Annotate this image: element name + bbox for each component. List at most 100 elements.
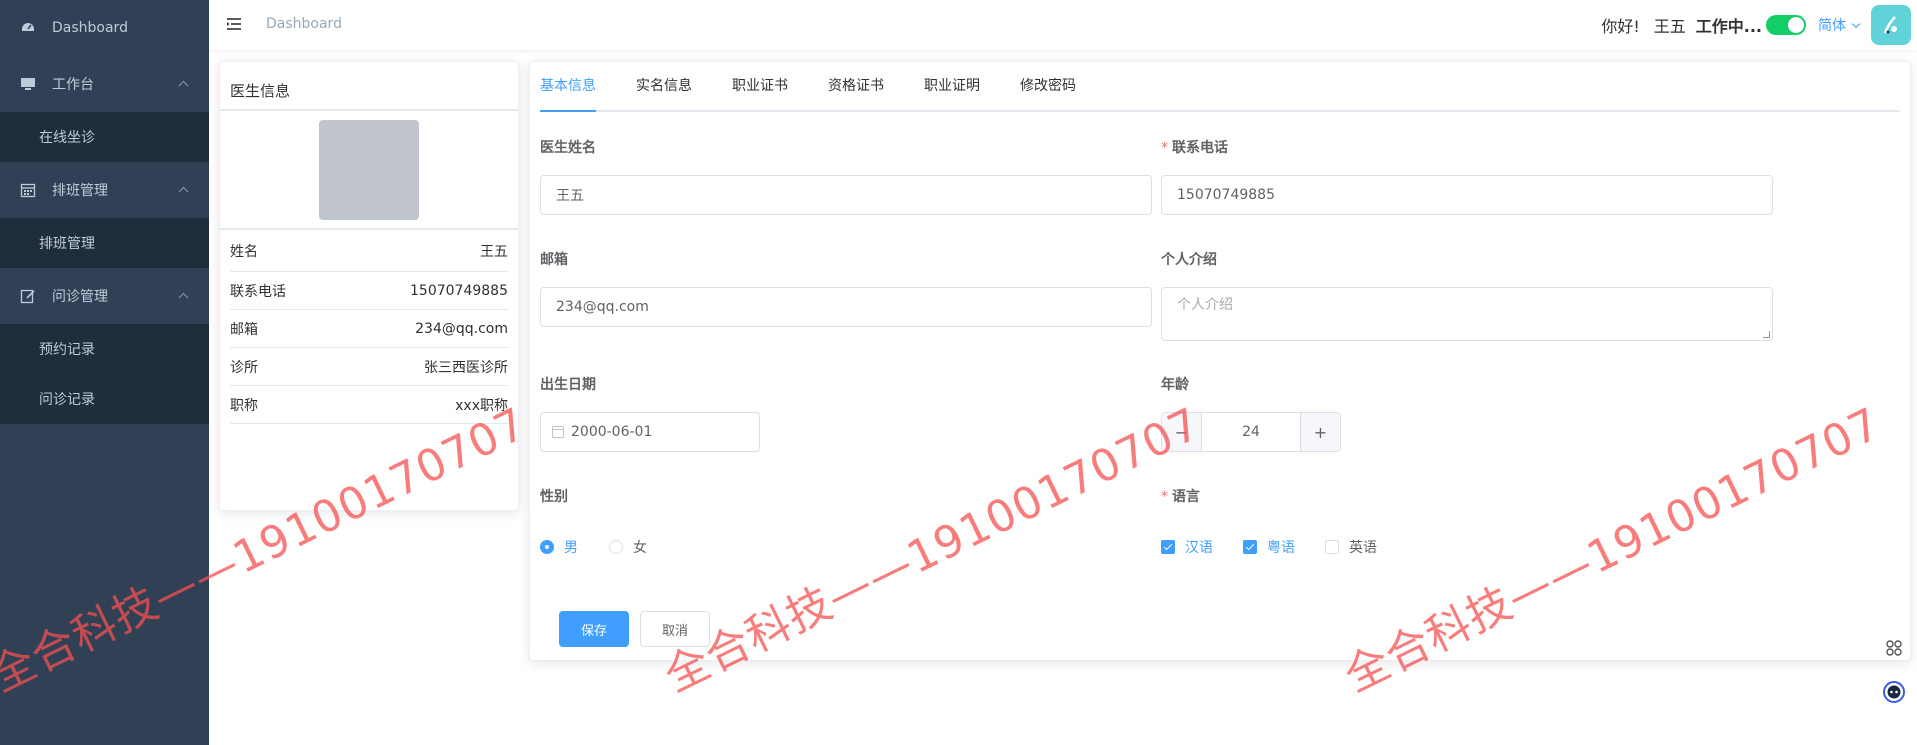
age-value[interactable]: 24 (1202, 413, 1300, 451)
submenu-schedule: 排班管理 (0, 218, 209, 268)
checkbox-box (1161, 540, 1175, 554)
checkbox-box (1325, 540, 1339, 554)
gender-label: 性别 (540, 489, 568, 505)
chevron-up-icon (178, 186, 189, 197)
navbar: Dashboard 你好! 王五 工作中... 简体 (209, 0, 1917, 50)
language-check-mandarin[interactable]: 汉语 (1161, 537, 1213, 557)
calendar-icon (20, 182, 36, 198)
language-check-cantonese[interactable]: 粤语 (1243, 537, 1295, 557)
language-label: 简体 (1818, 18, 1846, 34)
apps-icon[interactable] (1879, 633, 1909, 663)
required-mark: * (1161, 489, 1168, 505)
phone-label-text: 联系电话 (1172, 140, 1228, 156)
info-value: 张三西医诊所 (424, 359, 508, 376)
name-input[interactable]: 王五 (540, 175, 1152, 215)
sidebar-item-label: 排班管理 (52, 183, 108, 199)
age-label: 年龄 (1161, 377, 1189, 393)
checkbox-label: 汉语 (1185, 540, 1213, 556)
checkbox-label: 英语 (1349, 540, 1377, 556)
radio-label: 男 (564, 540, 578, 556)
gender-radio-male[interactable]: 男 (540, 537, 578, 557)
breadcrumb[interactable]: Dashboard (266, 16, 342, 32)
sidebar-item-label: 工作台 (52, 77, 94, 93)
tab-basic-info[interactable]: 基本信息 (540, 60, 596, 112)
language-label-text: 语言 (1172, 489, 1200, 505)
dashboard-icon (20, 20, 36, 36)
sidebar-item-workbench[interactable]: 工作台 (0, 56, 209, 112)
info-list: 姓名 王五 联系电话 15070749885 邮箱 234@qq.com 诊所 … (220, 230, 518, 424)
username-text: 王五 (1653, 17, 1686, 36)
increment-button[interactable]: + (1300, 413, 1340, 451)
email-label: 邮箱 (540, 252, 568, 268)
language-dropdown[interactable]: 简体 (1818, 15, 1861, 35)
intro-textarea[interactable]: 个人介绍 (1161, 287, 1773, 341)
hamburger-icon[interactable] (226, 16, 242, 32)
tab-professional-cert[interactable]: 职业证书 (732, 60, 788, 110)
sidebar-item-schedule[interactable]: 排班管理 (0, 162, 209, 218)
checkbox-label: 粤语 (1267, 540, 1295, 556)
info-row-title: 职称 xxx职称 (230, 386, 508, 424)
sidebar-subitem-consult-records[interactable]: 问诊记录 (0, 374, 209, 424)
tab-qualification-cert[interactable]: 资格证书 (828, 60, 884, 110)
tab-change-password[interactable]: 修改密码 (1020, 60, 1076, 110)
cancel-button[interactable]: 取消 (640, 611, 710, 647)
info-row-clinic: 诊所 张三西医诊所 (230, 348, 508, 386)
birthdate-picker[interactable]: 2000-06-01 (540, 412, 760, 452)
info-row-name: 姓名 王五 (230, 230, 508, 272)
birthdate-value: 2000-06-01 (571, 424, 653, 440)
photo-section (220, 111, 518, 230)
sidebar-subitem-appointments[interactable]: 预约记录 (0, 324, 209, 374)
age-stepper: − 24 + (1161, 412, 1341, 452)
info-value: 15070749885 (410, 282, 508, 299)
intro-label: 个人介绍 (1161, 252, 1217, 268)
required-mark: * (1161, 140, 1168, 156)
info-label: 诊所 (230, 359, 258, 376)
email-input[interactable]: 234@qq.com (540, 287, 1152, 327)
phone-label: * 联系电话 (1161, 137, 1228, 157)
info-value: 王五 (480, 243, 508, 260)
save-button[interactable]: 保存 (559, 611, 629, 647)
submenu-consult: 预约记录 问诊记录 (0, 324, 209, 424)
chevron-up-icon (178, 80, 189, 91)
tab-professional-proof[interactable]: 职业证明 (924, 60, 980, 110)
info-row-email: 邮箱 234@qq.com (230, 310, 508, 348)
checkbox-box (1243, 540, 1257, 554)
gender-radio-female[interactable]: 女 (609, 537, 647, 557)
chevron-up-icon (178, 292, 189, 303)
language-check-english[interactable]: 英语 (1325, 537, 1377, 557)
birthdate-label: 出生日期 (540, 377, 596, 393)
info-label: 职称 (230, 397, 258, 414)
work-status-toggle[interactable] (1766, 15, 1806, 35)
calendar-icon (552, 426, 564, 438)
language-label: * 语言 (1161, 486, 1200, 506)
greeting-text: 你好! (1601, 17, 1640, 36)
sidebar-item-consult[interactable]: 问诊管理 (0, 268, 209, 324)
decrement-button[interactable]: − (1162, 413, 1202, 451)
radio-dot (609, 540, 623, 554)
tab-bar: 基本信息 实名信息 职业证书 资格证书 职业证明 修改密码 (540, 62, 1900, 112)
monitor-icon (20, 76, 36, 92)
radio-dot (540, 540, 554, 554)
sidebar-subitem-schedule-manage[interactable]: 排班管理 (0, 218, 209, 268)
sidebar: Dashboard 工作台 在线坐诊 排班管理 排班管理 问诊管理 预约记录 问… (0, 0, 209, 745)
card-title: 医生信息 (220, 62, 518, 111)
profile-form-card: 基本信息 实名信息 职业证书 资格证书 职业证明 修改密码 医生姓名 王五 * 联… (529, 61, 1911, 661)
sidebar-item-label: Dashboard (52, 20, 128, 36)
info-label: 姓名 (230, 243, 258, 260)
chevron-down-icon (1851, 19, 1861, 28)
tab-realname-info[interactable]: 实名信息 (636, 60, 692, 110)
phone-input[interactable]: 15070749885 (1161, 175, 1773, 215)
submenu-workbench: 在线坐诊 (0, 112, 209, 162)
sidebar-subitem-online-consult[interactable]: 在线坐诊 (0, 112, 209, 162)
info-row-phone: 联系电话 15070749885 (230, 272, 508, 310)
info-value: 234@qq.com (415, 320, 508, 337)
doctor-photo (319, 119, 419, 220)
avatar[interactable] (1871, 5, 1911, 45)
name-label: 医生姓名 (540, 140, 596, 156)
assistant-icon[interactable] (1879, 677, 1909, 707)
radio-label: 女 (633, 540, 647, 556)
doctor-info-card: 医生信息 姓名 王五 联系电话 15070749885 邮箱 234@qq.co… (219, 61, 519, 511)
edit-icon (20, 288, 36, 304)
sidebar-item-label: 问诊管理 (52, 289, 108, 305)
sidebar-item-dashboard[interactable]: Dashboard (0, 0, 209, 56)
